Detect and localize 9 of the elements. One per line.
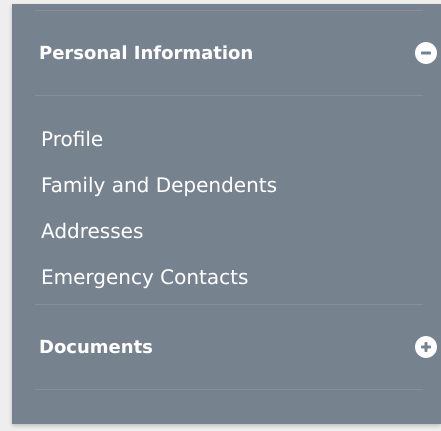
menu-link[interactable]: Addresses bbox=[41, 208, 423, 254]
menu-link[interactable]: Profile bbox=[41, 116, 423, 162]
plus-icon bbox=[420, 341, 432, 353]
expand-button[interactable] bbox=[415, 336, 437, 358]
menu-link[interactable]: Emergency Contacts bbox=[41, 254, 423, 300]
section-heading[interactable]: Documents bbox=[39, 336, 153, 358]
section-heading[interactable]: Personal Information bbox=[39, 42, 254, 64]
collapse-button[interactable] bbox=[415, 42, 437, 64]
menu-link[interactable]: Family and Dependents bbox=[41, 162, 423, 208]
